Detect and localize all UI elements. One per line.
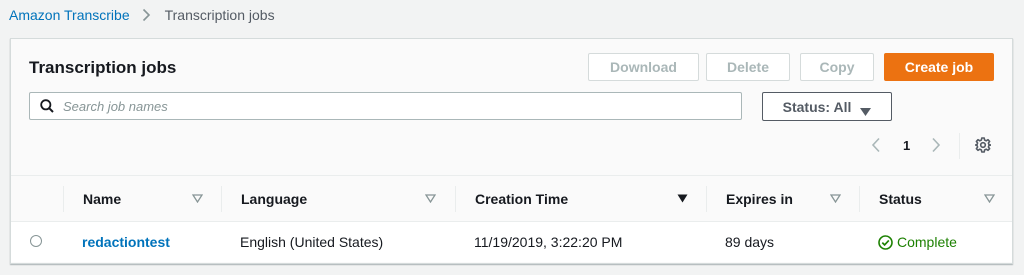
column-divider xyxy=(63,186,64,212)
page-number[interactable]: 1 xyxy=(903,138,910,153)
sort-triangle-filled-icon[interactable] xyxy=(677,194,688,203)
column-divider xyxy=(859,186,860,212)
column-header-name[interactable]: Name xyxy=(83,176,121,221)
delete-button[interactable]: Delete xyxy=(706,53,790,81)
download-button[interactable]: Download xyxy=(588,53,699,81)
job-name[interactable]: redactiontest xyxy=(82,234,170,250)
pagination-divider xyxy=(959,133,960,159)
column-header-expires-in[interactable]: Expires in xyxy=(726,176,793,221)
status-filter-label: Status: All xyxy=(782,98,852,115)
sort-triangle-outline-icon[interactable] xyxy=(192,194,203,203)
job-creation-time: 11/19/2019, 3:22:20 PM xyxy=(474,234,623,250)
search-input[interactable] xyxy=(63,98,741,114)
gear-icon[interactable] xyxy=(975,137,991,153)
column-divider xyxy=(455,186,456,212)
breadcrumb: Amazon Transcribe Transcription jobs xyxy=(9,6,275,24)
chevron-right-icon xyxy=(142,8,151,22)
chevron-left-icon[interactable] xyxy=(871,137,881,153)
create-job-button[interactable]: Create job xyxy=(884,53,994,81)
status-text: Complete xyxy=(897,234,957,250)
chevron-right-icon[interactable] xyxy=(931,137,941,153)
table-header: Name Language Creation Time Expires in S… xyxy=(11,175,1012,222)
row-select-radio[interactable] xyxy=(30,235,42,247)
table-row[interactable]: redactiontest English (United States) 11… xyxy=(11,222,1012,262)
caret-down-icon xyxy=(860,103,872,116)
column-divider xyxy=(706,186,707,212)
status-badge: Complete xyxy=(878,222,957,262)
job-expires-in: 89 days xyxy=(725,234,775,250)
sort-triangle-outline-icon[interactable] xyxy=(984,194,995,203)
job-language: English (United States) xyxy=(240,234,384,250)
copy-button[interactable]: Copy xyxy=(800,53,874,81)
page-title: Transcription jobs xyxy=(29,58,177,77)
breadcrumb-link-amazon-transcribe[interactable]: Amazon Transcribe xyxy=(9,7,130,23)
column-header-language[interactable]: Language xyxy=(241,176,307,221)
jobs-table: Name Language Creation Time Expires in S… xyxy=(11,175,1012,262)
breadcrumb-current: Transcription jobs xyxy=(164,7,275,23)
sort-triangle-outline-icon[interactable] xyxy=(425,194,436,203)
status-filter-dropdown[interactable]: Status: All xyxy=(762,92,892,121)
search-box xyxy=(29,92,742,120)
transcription-jobs-panel: Transcription jobs Download Delete Copy … xyxy=(10,38,1013,264)
search-icon xyxy=(40,99,54,113)
column-divider xyxy=(221,186,222,212)
sort-triangle-outline-icon[interactable] xyxy=(830,194,841,203)
column-header-status[interactable]: Status xyxy=(879,176,922,221)
column-header-creation-time[interactable]: Creation Time xyxy=(475,176,568,221)
job-name-link[interactable]: redactiontest xyxy=(82,222,170,262)
pagination: 1 xyxy=(871,135,941,155)
check-circle-icon xyxy=(878,234,893,250)
